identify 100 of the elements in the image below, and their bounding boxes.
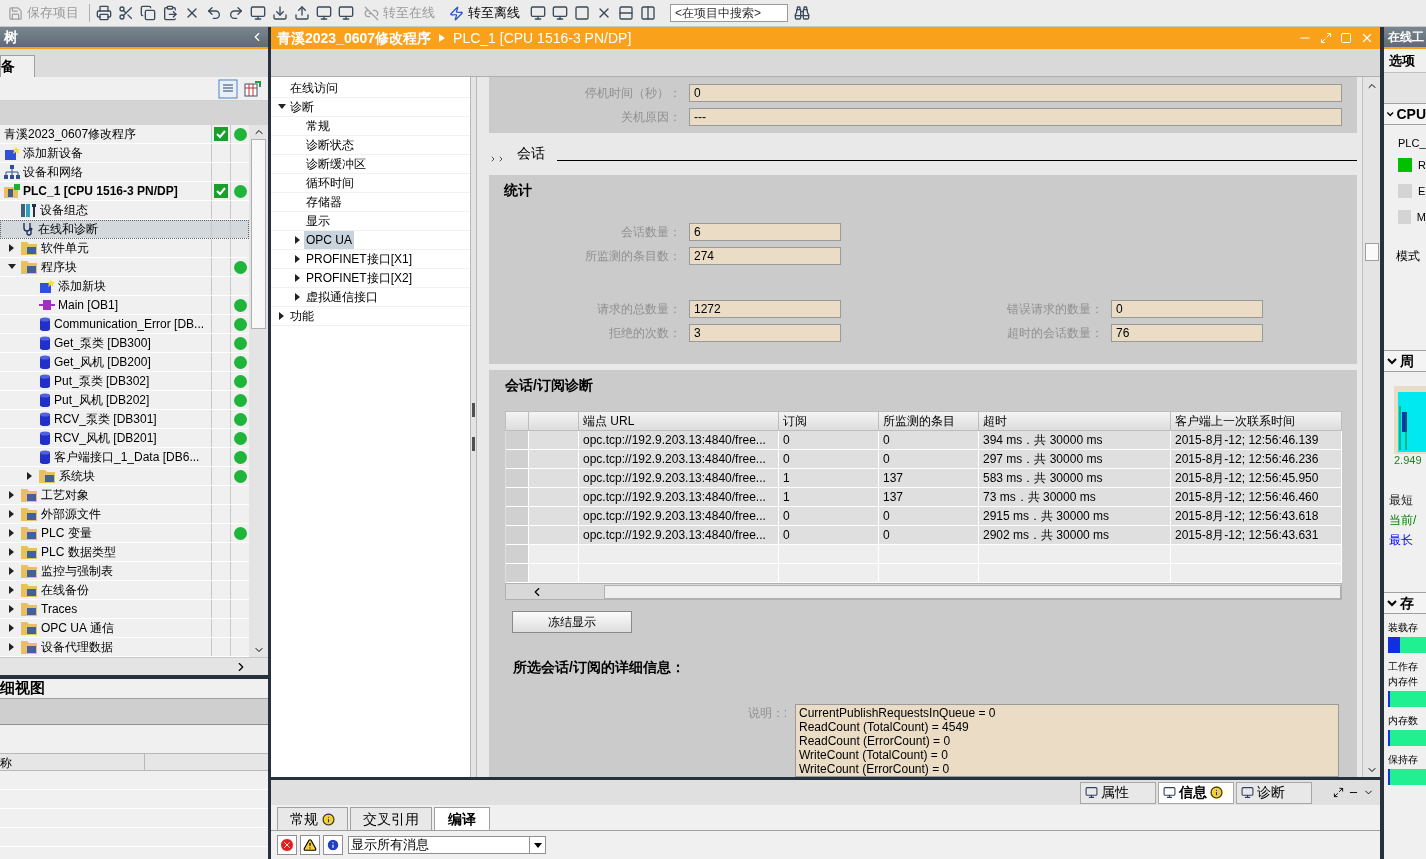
split-horizontal-icon[interactable] xyxy=(618,5,634,21)
nav-item[interactable]: 诊断缓冲区 xyxy=(304,155,368,173)
search-field[interactable]: <在项目中搜索> xyxy=(670,4,788,22)
collapsed-arrow-icon[interactable] xyxy=(8,643,16,651)
column-header[interactable]: 超时 xyxy=(978,411,1171,431)
tree-item[interactable]: 青溪2023_0607修改程序 xyxy=(0,125,249,144)
tree-item[interactable]: Traces xyxy=(0,600,249,619)
collapsed-arrow-icon[interactable] xyxy=(26,472,34,480)
tree-item[interactable]: 工艺对象 xyxy=(0,486,249,505)
nav-item[interactable]: 常规 xyxy=(304,117,332,135)
tree-item[interactable]: 添加新块 xyxy=(0,277,249,296)
tree-item[interactable]: 监控与强制表 xyxy=(0,562,249,581)
column-header[interactable]: 所监测的条目 xyxy=(878,411,979,431)
devices-tab[interactable]: 备 xyxy=(0,55,35,77)
inspector-tab[interactable]: 编译 xyxy=(434,807,490,830)
copy-icon[interactable] xyxy=(140,5,156,21)
nav-item[interactable]: 循环时间 xyxy=(304,174,356,192)
collapsed-arrow-icon[interactable] xyxy=(294,293,302,301)
split-vertical-icon[interactable] xyxy=(640,5,656,21)
upload-icon[interactable] xyxy=(294,5,310,21)
nav-item[interactable]: 在线访问 xyxy=(288,79,340,97)
dropdown-arrow-icon[interactable] xyxy=(529,837,545,853)
list-view-icon[interactable] xyxy=(218,78,238,99)
nav-item[interactable]: PROFINET接口[X2] xyxy=(304,269,414,287)
tree-item[interactable]: 在线备份 xyxy=(0,581,249,600)
scroll-thumb[interactable] xyxy=(251,139,266,329)
scroll-thumb[interactable] xyxy=(1364,243,1379,261)
tree-item[interactable]: Main [OB1] xyxy=(0,296,249,315)
column-header[interactable]: 端点 URL xyxy=(578,411,779,431)
table-refresh-icon[interactable] xyxy=(244,79,262,98)
inspector-tab[interactable]: 常规 xyxy=(277,807,348,830)
inspector-tab[interactable]: 诊断 xyxy=(1236,781,1312,804)
nav-item[interactable]: 虚拟通信接口 xyxy=(304,288,380,306)
tree-item[interactable]: PLC 数据类型 xyxy=(0,543,249,562)
collapsed-arrow-icon[interactable] xyxy=(294,274,302,282)
tree-item[interactable]: PLC_1 [CPU 1516-3 PN/DP] xyxy=(0,182,249,201)
redo-icon[interactable] xyxy=(228,5,244,21)
horizontal-scrollbar[interactable] xyxy=(0,657,268,675)
inspector-tab[interactable]: 信息 xyxy=(1158,781,1234,804)
tree-item[interactable]: RCV_风机 [DB201] xyxy=(0,429,249,448)
tree-item[interactable]: 在线和诊断 xyxy=(0,220,249,239)
tree-item[interactable]: RCV_泵类 [DB301] xyxy=(0,410,249,429)
collapsed-arrow-icon[interactable] xyxy=(8,244,16,252)
inspector-tab[interactable]: 交叉引用 xyxy=(350,807,432,830)
collapsed-arrow-icon[interactable] xyxy=(8,624,16,632)
collapsed-arrow-icon[interactable] xyxy=(8,605,16,613)
tree-item[interactable]: 外部源文件 xyxy=(0,505,249,524)
freeze-display-button[interactable]: 冻结显示 xyxy=(512,611,632,633)
nav-item[interactable]: 功能 xyxy=(288,307,316,325)
monitor-icon[interactable] xyxy=(316,5,332,21)
tree-item[interactable]: 设备和网络 xyxy=(0,163,249,182)
tree-item[interactable]: Get_风机 [DB200] xyxy=(0,353,249,372)
info-filter-button[interactable] xyxy=(323,835,343,855)
expanded-chevron-icon[interactable] xyxy=(1386,597,1398,609)
tree-item[interactable]: 软件单元 xyxy=(0,239,249,258)
column-header[interactable]: 订阅 xyxy=(778,411,879,431)
tree-item[interactable]: Put_泵类 [DB302] xyxy=(0,372,249,391)
search-icon[interactable] xyxy=(794,5,810,21)
collapsed-arrow-icon[interactable] xyxy=(8,491,16,499)
collapsed-arrow-icon[interactable] xyxy=(278,312,286,320)
vertical-scrollbar[interactable] xyxy=(249,125,268,657)
nav-item[interactable]: OPC UA xyxy=(304,231,354,249)
tree-item[interactable]: PLC 变量 xyxy=(0,524,249,543)
collapsed-arrow-icon[interactable] xyxy=(8,567,16,575)
print-icon[interactable] xyxy=(96,5,112,21)
nav-item[interactable]: PROFINET接口[X1] xyxy=(304,250,414,268)
cut-icon[interactable] xyxy=(118,5,134,21)
download-icon[interactable] xyxy=(272,5,288,21)
collapsed-arrow-icon[interactable] xyxy=(8,586,16,594)
undo-icon[interactable] xyxy=(206,5,222,21)
tree-item[interactable]: 系统块 xyxy=(0,467,249,486)
scroll-thumb[interactable] xyxy=(604,584,1341,599)
warning-filter-button[interactable] xyxy=(300,835,320,855)
expanded-arrow-icon[interactable] xyxy=(278,103,286,111)
error-filter-button[interactable] xyxy=(277,835,297,855)
tree-item[interactable]: Get_泵类 [DB300] xyxy=(0,334,249,353)
collapsed-arrow-icon[interactable] xyxy=(294,236,302,244)
lightning-button[interactable]: 转至离线 xyxy=(445,2,524,24)
nav-item[interactable]: 显示 xyxy=(304,212,332,230)
paste-icon[interactable] xyxy=(162,5,178,21)
collapsed-arrow-icon[interactable] xyxy=(8,548,16,556)
expanded-chevron-icon[interactable] xyxy=(1386,355,1398,367)
column-header[interactable]: 客户端上一次联系时间 xyxy=(1170,411,1342,431)
tree-item[interactable]: 客户端接口_1_Data [DB6... xyxy=(0,448,249,467)
inspector-tab[interactable]: 属性 xyxy=(1080,781,1156,804)
tree-item[interactable]: 添加新设备 xyxy=(0,144,249,163)
vertical-scrollbar[interactable] xyxy=(1362,77,1380,777)
message-filter-dropdown[interactable]: 显示所有消息 xyxy=(348,836,546,854)
nav-item[interactable]: 诊断 xyxy=(288,98,316,116)
collapsed-arrow-icon[interactable] xyxy=(8,510,16,518)
tree-item[interactable]: OPC UA 通信 xyxy=(0,619,249,638)
nav-item[interactable]: 诊断状态 xyxy=(304,136,356,154)
horizontal-scrollbar[interactable] xyxy=(505,583,1342,600)
collapsed-arrow-icon[interactable] xyxy=(8,529,16,537)
restore-icon[interactable] xyxy=(1333,787,1344,798)
collapsed-arrow-icon[interactable] xyxy=(294,255,302,263)
nav-item[interactable]: 存储器 xyxy=(304,193,344,211)
tree-item[interactable]: 程序块 xyxy=(0,258,249,277)
expanded-arrow-icon[interactable] xyxy=(8,263,16,271)
tree-item[interactable]: Put_风机 [DB202] xyxy=(0,391,249,410)
